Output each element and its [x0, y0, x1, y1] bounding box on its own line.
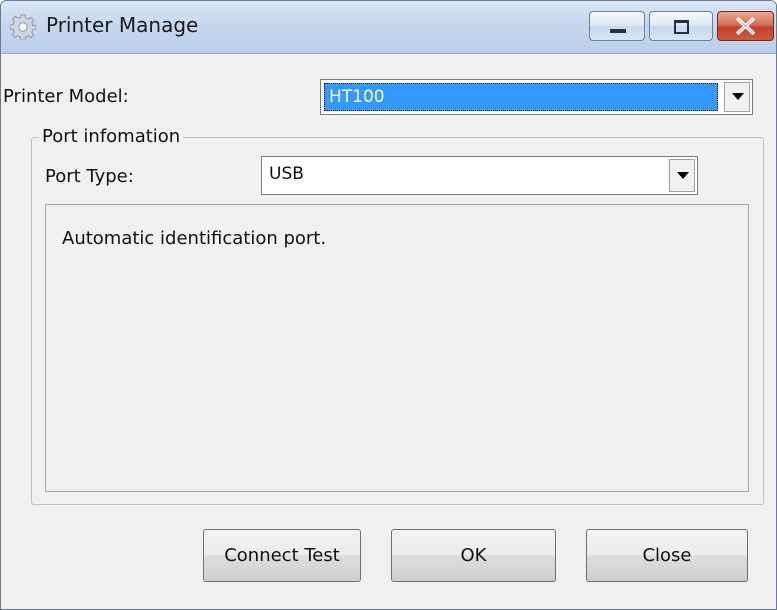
- minimize-button[interactable]: [589, 11, 645, 41]
- port-type-value: USB: [269, 164, 304, 184]
- port-information-title: Port infomation: [39, 125, 184, 149]
- printer-model-dropdown-button[interactable]: [724, 82, 750, 112]
- close-window-button[interactable]: [717, 11, 774, 41]
- port-info-panel: Automatic identification port.: [45, 204, 749, 492]
- window-title: Printer Manage: [46, 13, 199, 37]
- printer-manage-window: Printer Manage Printer Model: HT100 Port…: [0, 0, 777, 610]
- ok-button[interactable]: OK: [391, 529, 556, 582]
- printer-model-label: Printer Model:: [3, 86, 129, 107]
- gear-icon: [10, 14, 36, 40]
- close-button[interactable]: Close: [586, 529, 748, 582]
- printer-model-select[interactable]: HT100: [320, 79, 753, 115]
- chevron-down-icon: [677, 172, 689, 179]
- chevron-down-icon: [732, 93, 744, 100]
- printer-model-value: HT100: [324, 83, 718, 111]
- maximize-icon: [674, 20, 689, 34]
- port-type-select[interactable]: USB: [261, 156, 698, 195]
- close-icon: [735, 16, 756, 36]
- maximize-button[interactable]: [649, 11, 713, 41]
- port-info-message: Automatic identification port.: [62, 228, 327, 249]
- port-type-dropdown-button[interactable]: [669, 159, 695, 192]
- minimize-icon: [610, 29, 626, 33]
- port-type-label: Port Type:: [45, 166, 134, 187]
- title-bar[interactable]: Printer Manage: [1, 1, 776, 54]
- connect-test-button[interactable]: Connect Test: [203, 529, 361, 582]
